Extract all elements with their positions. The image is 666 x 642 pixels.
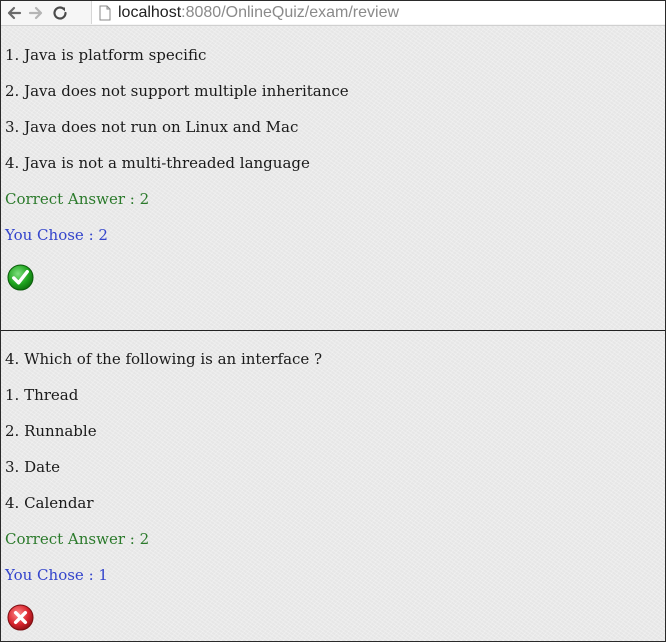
q4-option-3: 3. Date xyxy=(5,458,60,476)
q3-correct-answer: Correct Answer : 2 xyxy=(5,190,150,208)
forward-button[interactable] xyxy=(25,2,47,24)
q4-option-2: 2. Runnable xyxy=(5,422,97,440)
review-page: 1. Java is platform specific 2. Java doe… xyxy=(1,26,665,641)
q3-option-3: 3. Java does not run on Linux and Mac xyxy=(5,118,299,136)
browser-toolbar: localhost:8080/OnlineQuiz/exam/review xyxy=(1,1,665,26)
back-arrow-icon xyxy=(7,6,22,20)
address-bar[interactable]: localhost:8080/OnlineQuiz/exam/review xyxy=(91,1,665,24)
q4-you-chose: You Chose : 1 xyxy=(5,566,108,584)
q4-correct-answer: Correct Answer : 2 xyxy=(5,530,150,548)
url-host: localhost xyxy=(118,3,182,21)
back-button[interactable] xyxy=(3,2,25,24)
reload-button[interactable] xyxy=(49,2,71,24)
q3-option-4: 4. Java is not a multi-threaded language xyxy=(5,154,310,172)
reload-icon xyxy=(53,6,67,20)
q3-you-chose: You Chose : 2 xyxy=(5,226,108,244)
check-icon xyxy=(7,264,34,291)
q4-option-1: 1. Thread xyxy=(5,386,79,404)
q3-option-1: 1. Java is platform specific xyxy=(5,46,207,64)
url-path: :8080/OnlineQuiz/exam/review xyxy=(181,3,400,21)
cross-icon xyxy=(7,604,34,631)
question-divider xyxy=(1,330,665,331)
forward-arrow-icon xyxy=(28,6,43,20)
page-icon xyxy=(99,5,111,20)
q4-question: 4. Which of the following is an interfac… xyxy=(5,350,323,368)
q3-option-2: 2. Java does not support multiple inheri… xyxy=(5,82,349,100)
q4-option-4: 4. Calendar xyxy=(5,494,94,512)
